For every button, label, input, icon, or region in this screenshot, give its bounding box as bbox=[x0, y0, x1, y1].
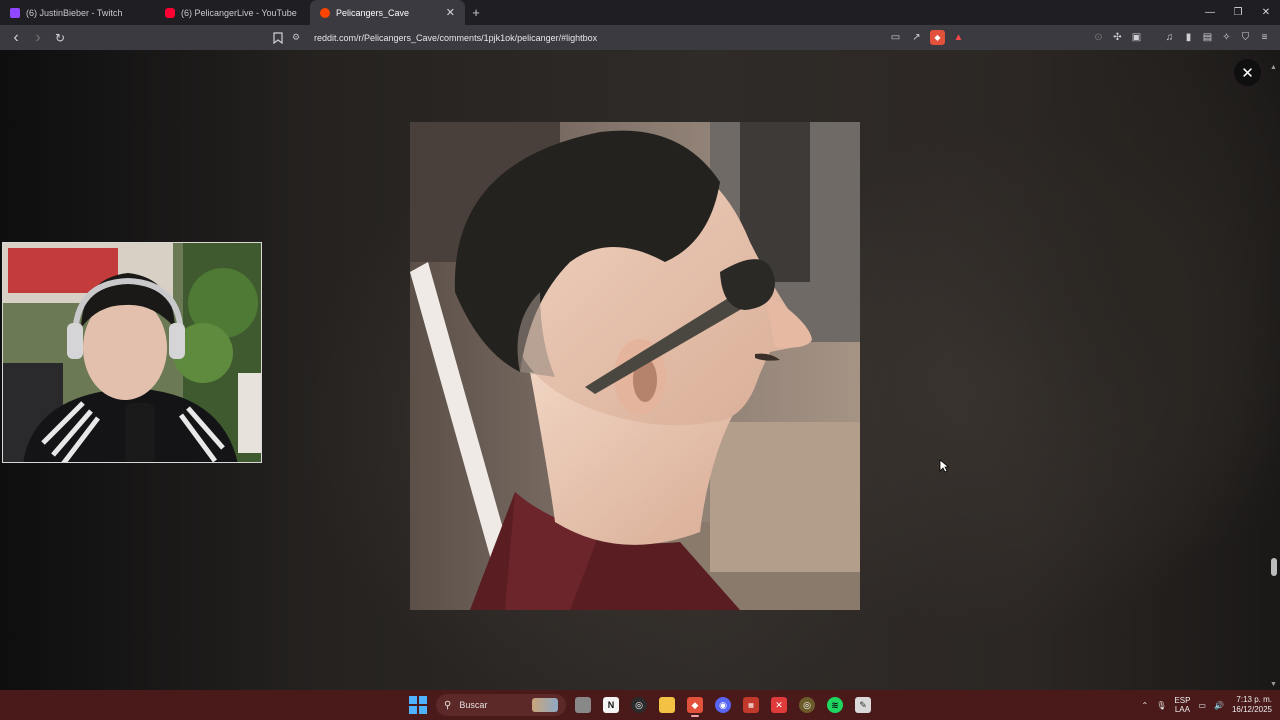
mouse-cursor-icon bbox=[939, 459, 949, 473]
brave-browser-icon[interactable]: ◆ bbox=[684, 693, 706, 717]
keyboard-layout: LAA bbox=[1174, 705, 1190, 714]
youtube-icon bbox=[165, 7, 175, 18]
tab-title: (6) JustinBieber - Twitch bbox=[26, 7, 123, 18]
vpn-icon[interactable]: ⊙ bbox=[1091, 28, 1106, 47]
lightbox-backdrop[interactable]: ✕ ▲ ▼ bbox=[0, 50, 1280, 690]
clock-time: 7:13 p. m. bbox=[1236, 695, 1272, 704]
browser-toolbar: ‹ › ↻ ⚙ reddit.com/r/Pelicangers_Cave/co… bbox=[0, 25, 1280, 50]
clock[interactable]: 7:13 p. m. 16/12/2025 bbox=[1232, 695, 1272, 715]
lightbox-close-button[interactable]: ✕ bbox=[1234, 59, 1261, 86]
search-highlight-icon bbox=[532, 698, 558, 712]
menu-icon[interactable]: ≡ bbox=[1257, 28, 1272, 47]
tab-twitch[interactable]: (6) JustinBieber - Twitch bbox=[0, 0, 155, 25]
scroll-up-arrow-icon[interactable]: ▲ bbox=[1270, 64, 1277, 71]
webcam-overlay bbox=[2, 242, 262, 463]
cast-icon[interactable]: ▭ bbox=[888, 30, 903, 45]
new-tab-button[interactable]: + bbox=[465, 0, 487, 25]
streaming-app-icon[interactable]: ▦ bbox=[740, 693, 762, 717]
system-tray: ⌃ 🎙 ESP LAA ▭ 🔊 7:13 p. m. 16/12/2025 bbox=[1142, 690, 1272, 720]
network-icon[interactable]: ▭ bbox=[1198, 701, 1206, 710]
tab-title: Pelicangers_Cave bbox=[336, 7, 410, 18]
window-controls: — ❐ ✕ bbox=[1196, 0, 1280, 25]
windows-start-icon[interactable] bbox=[408, 695, 428, 715]
brave-shields-icon[interactable]: ◆ bbox=[930, 30, 945, 45]
post-image[interactable] bbox=[410, 122, 860, 610]
taskbar-search[interactable]: ⚲ Buscar bbox=[436, 694, 566, 716]
address-bar[interactable]: ⚙ reddit.com/r/Pelicangers_Cave/comments… bbox=[292, 28, 966, 47]
clock-date: 16/12/2025 bbox=[1231, 705, 1272, 714]
search-icon: ⚲ bbox=[444, 699, 452, 711]
windows-taskbar: ⚲ Buscar N ◎ ◆ ◉ ▦ ✕ ◎ ≋ ✎ ⌃ 🎙 ESP LAA ▭… bbox=[0, 690, 1280, 720]
extensions-icon[interactable]: ✣ bbox=[1110, 28, 1125, 47]
back-button[interactable]: ‹ bbox=[6, 28, 26, 48]
sidebar-icon[interactable]: ▮ bbox=[1181, 28, 1196, 47]
bookmark-icon[interactable] bbox=[268, 28, 288, 48]
obs-icon[interactable]: ◎ bbox=[628, 693, 650, 717]
tab-reddit[interactable]: Pelicangers_Cave ✕ bbox=[310, 0, 465, 25]
discord-icon[interactable]: ◉ bbox=[712, 693, 734, 717]
spotify-icon[interactable]: ≋ bbox=[824, 693, 846, 717]
leo-ai-icon[interactable]: ✧ bbox=[1219, 28, 1234, 47]
system-app-icon[interactable]: ◎ bbox=[796, 693, 818, 717]
tray-overflow-icon[interactable]: ⌃ bbox=[1142, 701, 1149, 710]
share-icon[interactable]: ↗ bbox=[909, 30, 924, 45]
microphone-icon[interactable]: 🎙 bbox=[1156, 701, 1166, 710]
xsplit-icon[interactable]: ✕ bbox=[768, 693, 790, 717]
search-placeholder: Buscar bbox=[459, 700, 488, 710]
reddit-icon bbox=[320, 7, 330, 18]
taskbar-apps: ⚲ Buscar N ◎ ◆ ◉ ▦ ✕ ◎ ≋ ✎ bbox=[408, 690, 874, 720]
volume-icon[interactable]: 🔊 bbox=[1214, 701, 1224, 710]
file-explorer-icon[interactable] bbox=[656, 693, 678, 717]
toolbar-spacer bbox=[1148, 28, 1158, 47]
language-code: ESP bbox=[1174, 696, 1191, 705]
minimize-button[interactable]: — bbox=[1196, 0, 1224, 25]
address-actions: ▭ ↗ ◆ ▲ bbox=[888, 30, 966, 45]
forward-button[interactable]: › bbox=[28, 28, 48, 48]
twitch-icon bbox=[10, 7, 20, 18]
language-indicator[interactable]: ESP LAA bbox=[1174, 696, 1190, 714]
scroll-down-arrow-icon[interactable]: ▼ bbox=[1270, 681, 1277, 688]
close-window-button[interactable]: ✕ bbox=[1252, 0, 1280, 25]
brave-rewards-icon[interactable]: ▲ bbox=[951, 30, 966, 45]
tab-title: (6) PelicangerLive - YouTube bbox=[181, 7, 297, 18]
tab-strip: (6) JustinBieber - Twitch (6) Pelicanger… bbox=[0, 0, 1280, 25]
reload-button[interactable]: ↻ bbox=[50, 28, 70, 48]
vpn-shield-icon[interactable]: ⛉ bbox=[1238, 28, 1253, 47]
scroll-thumb[interactable] bbox=[1271, 558, 1277, 576]
task-view-icon[interactable] bbox=[572, 693, 594, 717]
media-icon[interactable]: ♫ bbox=[1162, 28, 1177, 47]
url-text[interactable]: reddit.com/r/Pelicangers_Cave/comments/1… bbox=[314, 33, 888, 43]
tab-youtube[interactable]: (6) PelicangerLive - YouTube bbox=[155, 0, 310, 25]
extensions-area: ⊙ ✣ ▣ ♫ ▮ ▤ ✧ ⛉ ≡ bbox=[1091, 28, 1272, 47]
site-info-icon[interactable]: ⚙ bbox=[292, 32, 306, 43]
page-scrollbar[interactable]: ▲ ▼ bbox=[1268, 50, 1280, 690]
tab-close-icon[interactable]: ✕ bbox=[446, 6, 455, 19]
screenshot-tool-icon[interactable]: ✎ bbox=[852, 693, 874, 717]
restore-button[interactable]: ❐ bbox=[1224, 0, 1252, 25]
wallet-icon[interactable]: ▤ bbox=[1200, 28, 1215, 47]
translate-icon[interactable]: ▣ bbox=[1129, 28, 1144, 47]
notion-icon[interactable]: N bbox=[600, 693, 622, 717]
